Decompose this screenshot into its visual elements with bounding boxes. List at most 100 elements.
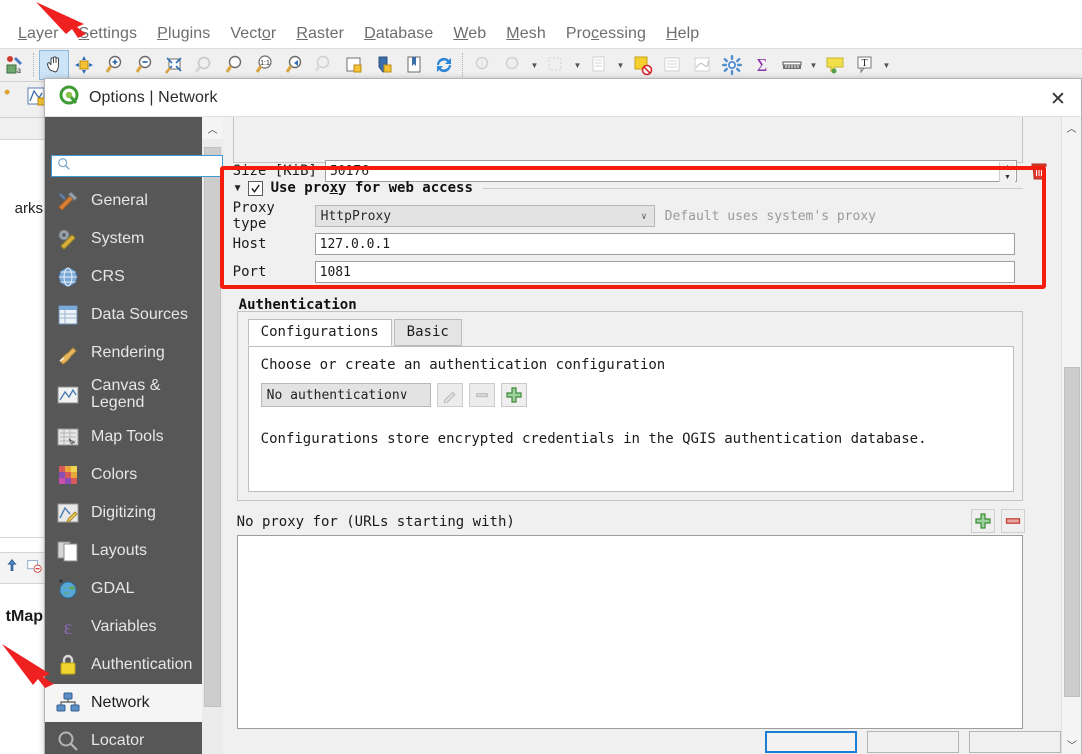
zoom-to-selection-icon[interactable] <box>189 50 219 80</box>
open-attribute-table-icon[interactable] <box>584 50 614 80</box>
pan-map-icon[interactable] <box>39 50 69 80</box>
triangle-down-icon[interactable]: ▼ <box>233 183 243 194</box>
menu-raster[interactable]: Raster <box>286 23 354 45</box>
pan-to-selection-icon[interactable] <box>69 50 99 80</box>
show-map-tips-icon[interactable] <box>399 50 429 80</box>
menu-processing[interactable]: Processing <box>556 23 656 45</box>
refresh-canvas-icon[interactable] <box>429 50 459 80</box>
trash-icon[interactable] <box>1027 159 1051 183</box>
sidebar-item-crs[interactable]: CRS <box>45 258 202 296</box>
table-list-icon[interactable] <box>657 50 687 80</box>
menu-web[interactable]: Web <box>443 23 496 45</box>
auth-config-value: No authentication <box>266 387 400 403</box>
sidebar-scroll-track[interactable] <box>202 139 223 754</box>
zoom-next-icon[interactable] <box>309 50 339 80</box>
menu-mesh[interactable]: Mesh <box>496 23 556 45</box>
pencil-edit-icon[interactable] <box>436 383 463 407</box>
chevron-down-icon: ∨ <box>399 387 408 403</box>
sidebar-item-map-tools[interactable]: Map Tools <box>45 418 202 456</box>
annotation-dropdown-icon[interactable]: ▼ <box>880 50 893 80</box>
zoom-last-icon[interactable] <box>279 50 309 80</box>
sidebar-scrollbar[interactable]: ︿ <box>202 117 223 754</box>
qgis-options-screen: Layer Settings Plugins Vector Raster Dat… <box>0 0 1082 754</box>
measure-dropdown-icon[interactable]: ▼ <box>807 50 820 80</box>
close-icon[interactable]: ✕ <box>1047 88 1069 110</box>
green-plus-icon[interactable] <box>500 383 527 407</box>
sidebar-item-label: Authentication <box>91 655 193 673</box>
menu-plugins[interactable]: Plugins <box>147 23 220 45</box>
field-calculator-icon[interactable] <box>627 50 657 80</box>
minus-remove-icon[interactable] <box>468 383 495 407</box>
green-plus-icon[interactable] <box>970 509 995 533</box>
help-button[interactable] <box>969 731 1061 753</box>
cancel-button[interactable] <box>867 731 959 753</box>
tab-basic[interactable]: Basic <box>393 319 462 346</box>
menu-database[interactable]: Database <box>354 23 443 45</box>
deselect-icon[interactable] <box>541 50 571 80</box>
sidebar-item-layouts[interactable]: Layouts <box>45 532 202 570</box>
sidebar-item-label: Variables <box>91 617 157 635</box>
sidebar-item-general[interactable]: General <box>45 182 202 220</box>
remove-layer-icon[interactable] <box>25 557 43 580</box>
statistical-summary-icon[interactable]: Σ <box>747 50 777 80</box>
proxy-host-input[interactable]: 127.0.0.1 <box>314 233 1015 255</box>
map-tip-icon[interactable] <box>820 50 850 80</box>
menu-settings[interactable]: Settings <box>69 23 148 45</box>
sidebar-scroll-up-icon[interactable]: ︿ <box>202 117 223 139</box>
identify-features-icon[interactable]: i <box>468 50 498 80</box>
dialog-titlebar: Options | Network ✕ <box>45 79 1081 117</box>
search-box[interactable] <box>51 155 223 177</box>
content-scrollbar[interactable]: ︿ ﹀ <box>1061 117 1081 754</box>
menu-layer[interactable]: Layer <box>8 23 69 45</box>
sidebar-scroll-thumb[interactable] <box>204 147 221 707</box>
proxy-type-row: Proxy type HttpProxy ∨ Default uses syst… <box>233 200 1023 232</box>
sidebar-item-system[interactable]: System <box>45 220 202 258</box>
zoom-to-layer-icon[interactable] <box>219 50 249 80</box>
sidebar-item-digitizing[interactable]: Digitizing <box>45 494 202 532</box>
sidebar-item-rendering[interactable]: Rendering <box>45 334 202 372</box>
spinner-up-icon[interactable]: ▲ <box>999 162 1015 172</box>
select-features-dropdown-icon[interactable]: ▼ <box>528 50 541 80</box>
new-map-view-icon[interactable] <box>339 50 369 80</box>
map-tools-icon <box>55 424 81 450</box>
use-proxy-checkbox[interactable] <box>247 180 263 196</box>
sidebar-item-gdal[interactable]: GDAL <box>45 570 202 608</box>
svg-text:a: a <box>17 65 21 75</box>
statistical-table-icon[interactable] <box>687 50 717 80</box>
auth-config-combobox[interactable]: No authentication ∨ <box>260 383 431 407</box>
processing-toolbox-gear-icon[interactable] <box>717 50 747 80</box>
zoom-in-icon[interactable] <box>99 50 129 80</box>
measure-line-icon[interactable] <box>777 50 807 80</box>
menu-vector[interactable]: Vector <box>220 23 286 45</box>
zoom-native-resolution-icon[interactable]: 1:1 <box>249 50 279 80</box>
content-scroll-thumb[interactable] <box>1064 367 1080 697</box>
zoom-full-icon[interactable] <box>159 50 189 80</box>
proxy-group-header[interactable]: ▼ Use proxy for web access <box>233 177 1023 199</box>
ok-button[interactable] <box>765 731 857 753</box>
svg-text:1:1: 1:1 <box>260 60 270 67</box>
select-features-icon[interactable] <box>498 50 528 80</box>
deselect-dropdown-icon[interactable]: ▼ <box>571 50 584 80</box>
new-3d-map-view-icon[interactable] <box>369 50 399 80</box>
sidebar-item-variables[interactable]: ε Variables <box>45 608 202 646</box>
menu-help[interactable]: Help <box>656 23 709 45</box>
sidebar-item-data-sources[interactable]: Data Sources <box>45 296 202 334</box>
content-scroll-up-icon[interactable]: ︿ <box>1062 117 1081 137</box>
search-input[interactable] <box>71 158 211 174</box>
proxy-type-combobox[interactable]: HttpProxy ∨ <box>314 205 655 227</box>
proxy-port-input[interactable]: 1081 <box>314 261 1015 283</box>
sidebar-item-colors[interactable]: Colors <box>45 456 202 494</box>
add-layer-icon[interactable] <box>3 557 21 580</box>
no-proxy-list[interactable] <box>236 535 1023 729</box>
text-annotation-icon[interactable]: T <box>850 50 880 80</box>
zoom-out-icon[interactable] <box>129 50 159 80</box>
attribute-table-dropdown-icon[interactable]: ▼ <box>614 50 627 80</box>
sidebar-item-canvas-legend[interactable]: Canvas & Legend <box>45 372 202 418</box>
sidebar-item-network[interactable]: Network <box>45 684 202 722</box>
tab-configurations[interactable]: Configurations <box>247 319 392 346</box>
background-browser-panel <box>0 118 44 538</box>
red-minus-icon[interactable] <box>1000 509 1025 533</box>
toolbar-annotation-icon[interactable]: a <box>0 50 30 80</box>
cache-settings-group <box>232 117 1023 163</box>
sidebar-item-authentication[interactable]: Authentication <box>45 646 202 684</box>
